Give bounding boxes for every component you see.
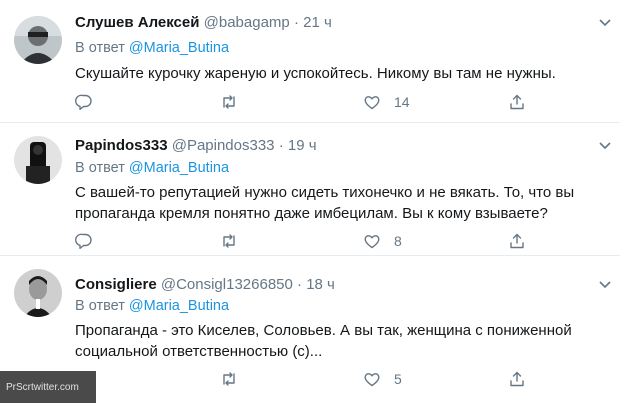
- retweet-button[interactable]: [220, 231, 238, 251]
- author-handle[interactable]: @babagamp: [204, 14, 290, 31]
- chevron-down-icon[interactable]: [598, 280, 612, 290]
- share-icon: [510, 94, 524, 110]
- reply-button[interactable]: [75, 92, 93, 112]
- reply-prefix: В ответ: [75, 298, 125, 314]
- tweet-header: Papindos333 @Papindos333 · 19 ч: [75, 137, 317, 154]
- retweet-icon: [223, 95, 235, 109]
- tweet-text: С вашей-то репутацией нужно сидеть тихон…: [75, 182, 610, 224]
- reply-icon: [75, 233, 92, 249]
- separator-dot: ·: [297, 276, 303, 293]
- reply-mention-link[interactable]: @Maria_Butina: [129, 40, 229, 56]
- tweet-actions: 14: [75, 92, 535, 112]
- tweet-text-line: Скушайте курочку жареную и успокойтесь. …: [75, 65, 556, 82]
- share-icon: [510, 233, 524, 249]
- tweet-header: Слушев Алексей @babagamp · 21 ч: [75, 14, 332, 31]
- tweet-text-line: Пропаганда - это Киселев, Соловьев. А вы…: [75, 322, 572, 339]
- author-handle[interactable]: @Consigl13266850: [161, 276, 293, 293]
- like-button[interactable]: 8: [363, 231, 402, 251]
- chevron-down-icon[interactable]: [598, 18, 612, 28]
- author-name[interactable]: Consigliere: [75, 276, 157, 293]
- retweet-icon: [223, 372, 235, 386]
- avatar[interactable]: [14, 269, 62, 317]
- author-name[interactable]: Слушев Алексей: [75, 14, 199, 31]
- like-icon: [364, 96, 380, 110]
- timestamp[interactable]: 19 ч: [288, 137, 317, 154]
- separator-dot: ·: [278, 137, 284, 154]
- like-count: 5: [394, 371, 402, 387]
- tweet-text: Скушайте курочку жареную и успокойтесь. …: [75, 63, 610, 84]
- share-button[interactable]: [508, 92, 526, 112]
- reply-mention-link[interactable]: @Maria_Butina: [129, 298, 229, 314]
- tweet-actions: 5: [75, 369, 535, 389]
- reply-mention-link[interactable]: @Maria_Butina: [129, 160, 229, 176]
- author-handle[interactable]: @Papindos333: [172, 137, 275, 154]
- like-icon: [364, 373, 380, 387]
- timestamp[interactable]: 21 ч: [303, 14, 332, 31]
- like-button[interactable]: 14: [363, 92, 410, 112]
- tweet[interactable]: Papindos333 @Papindos333 · 19 ч В ответ …: [0, 122, 620, 255]
- like-count: 8: [394, 233, 402, 249]
- reply-prefix: В ответ: [75, 40, 125, 56]
- avatar[interactable]: [14, 16, 62, 64]
- avatar[interactable]: [14, 136, 62, 184]
- reply-context: В ответ @Maria_Butina: [75, 40, 229, 56]
- share-button[interactable]: [508, 231, 526, 251]
- tweet-actions: 8: [75, 231, 535, 251]
- reply-prefix: В ответ: [75, 160, 125, 176]
- like-icon: [364, 235, 380, 249]
- tweet-text-line: пропаганда кремля понятно даже имбецилам…: [75, 205, 548, 222]
- tweet-text: Пропаганда - это Киселев, Соловьев. А вы…: [75, 320, 610, 362]
- like-button[interactable]: 5: [363, 369, 402, 389]
- reply-context: В ответ @Maria_Butina: [75, 298, 229, 314]
- reply-button[interactable]: [75, 231, 93, 251]
- retweet-button[interactable]: [220, 369, 238, 389]
- share-button[interactable]: [508, 369, 526, 389]
- chevron-down-icon[interactable]: [598, 141, 612, 151]
- tweet[interactable]: Слушев Алексей @babagamp · 21 ч В ответ …: [0, 0, 620, 122]
- share-icon: [510, 371, 524, 387]
- tweet-header: Consigliere @Consigl13266850 · 18 ч: [75, 276, 335, 293]
- author-name[interactable]: Papindos333: [75, 137, 168, 154]
- retweet-button[interactable]: [220, 92, 238, 112]
- like-count: 14: [394, 94, 410, 110]
- tweet-text-line: социальной ответственностью (с)...: [75, 343, 323, 360]
- reply-context: В ответ @Maria_Butina: [75, 160, 229, 176]
- tweet-text-line: С вашей-то репутацией нужно сидеть тихон…: [75, 184, 575, 201]
- separator-dot: ·: [293, 14, 299, 31]
- timestamp[interactable]: 18 ч: [306, 276, 335, 293]
- watermark: PrScrtwitter.com: [0, 371, 96, 403]
- retweet-icon: [223, 234, 235, 248]
- reply-icon: [75, 94, 92, 110]
